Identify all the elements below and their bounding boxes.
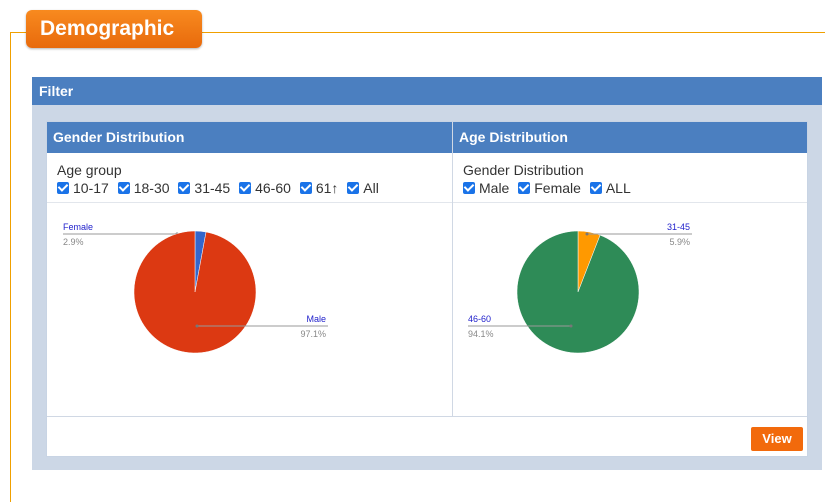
checkbox-age-46-60[interactable]: 46-60 bbox=[239, 180, 291, 196]
age-distribution-panel: Age Distribution Gender Distribution Mal… bbox=[453, 122, 807, 416]
checkbox-checked-icon[interactable] bbox=[347, 182, 360, 194]
checkbox-age-all[interactable]: All bbox=[347, 180, 379, 196]
checkbox-checked-icon[interactable] bbox=[299, 182, 312, 194]
pie-slice-male[interactable] bbox=[133, 230, 257, 354]
checkbox-checked-icon[interactable] bbox=[518, 182, 531, 194]
age-group-label: Age group bbox=[57, 162, 122, 178]
pie-leader-dot bbox=[585, 232, 589, 236]
checkbox-age-61-up[interactable]: 61↑ bbox=[299, 180, 338, 196]
pie-label-name: 46-60 bbox=[468, 314, 491, 324]
age-pie-chart: 31-45 5.9% 46-60 94.1% bbox=[468, 222, 692, 354]
checkbox-age-10-17[interactable]: 10-17 bbox=[57, 180, 109, 196]
checkbox-age-18-30[interactable]: 18-30 bbox=[117, 180, 170, 196]
gender-pie-chart: Female 2.9% Male 97.1% bbox=[63, 222, 328, 354]
view-button[interactable]: View bbox=[751, 427, 803, 451]
filter-panel: Filter Gender Distribution Age group 10-… bbox=[32, 77, 822, 470]
pie-leader-dot bbox=[569, 324, 573, 328]
gender-checkboxes: Male Female ALL bbox=[463, 180, 807, 197]
pie-label-value: 97.1% bbox=[300, 329, 326, 339]
age-group-checkboxes: 10-17 18-30 31-45 46-60 61↑ All bbox=[57, 180, 452, 197]
gender-distribution-title: Gender Distribution bbox=[47, 122, 452, 153]
checkbox-checked-icon[interactable] bbox=[117, 182, 130, 194]
checkbox-checked-icon[interactable] bbox=[589, 182, 602, 194]
checkbox-checked-icon[interactable] bbox=[57, 182, 69, 194]
filter-header: Filter bbox=[32, 77, 822, 105]
checkbox-gender-male[interactable]: Male bbox=[463, 180, 509, 196]
gender-distribution-panel: Gender Distribution Age group 10-17 18-3… bbox=[47, 122, 453, 416]
checkbox-age-31-45[interactable]: 31-45 bbox=[178, 180, 230, 196]
pie-label-value: 2.9% bbox=[63, 237, 84, 247]
checkbox-gender-female[interactable]: Female bbox=[518, 180, 581, 196]
pie-label-value: 94.1% bbox=[468, 329, 494, 339]
pie-label-value: 5.9% bbox=[669, 237, 690, 247]
section-frame-left bbox=[10, 32, 11, 502]
age-group-filter: Age group 10-17 18-30 31-45 46-60 61↑ Al… bbox=[47, 153, 452, 203]
age-distribution-title: Age Distribution bbox=[453, 122, 807, 153]
pie-label-name: 31-45 bbox=[667, 222, 690, 232]
pie-label-name: Female bbox=[63, 222, 93, 232]
checkbox-checked-icon[interactable] bbox=[463, 182, 475, 194]
checkbox-gender-all[interactable]: ALL bbox=[589, 180, 631, 196]
section-title: Demographic bbox=[26, 10, 202, 48]
checkbox-checked-icon[interactable] bbox=[239, 182, 252, 194]
pie-leader-dot bbox=[195, 324, 199, 328]
gender-filter-label: Gender Distribution bbox=[463, 162, 584, 178]
gender-pie-chart-area: Female 2.9% Male 97.1% bbox=[47, 204, 452, 416]
gender-filter: Gender Distribution Male Female ALL bbox=[453, 153, 807, 203]
checkbox-checked-icon[interactable] bbox=[178, 182, 191, 194]
distribution-panels: Gender Distribution Age group 10-17 18-3… bbox=[46, 121, 808, 457]
age-pie-chart-area: 31-45 5.9% 46-60 94.1% bbox=[453, 204, 807, 416]
pie-label-name: Male bbox=[306, 314, 326, 324]
panel-footer: View bbox=[47, 416, 807, 457]
pie-slice-46-60[interactable] bbox=[516, 230, 640, 354]
